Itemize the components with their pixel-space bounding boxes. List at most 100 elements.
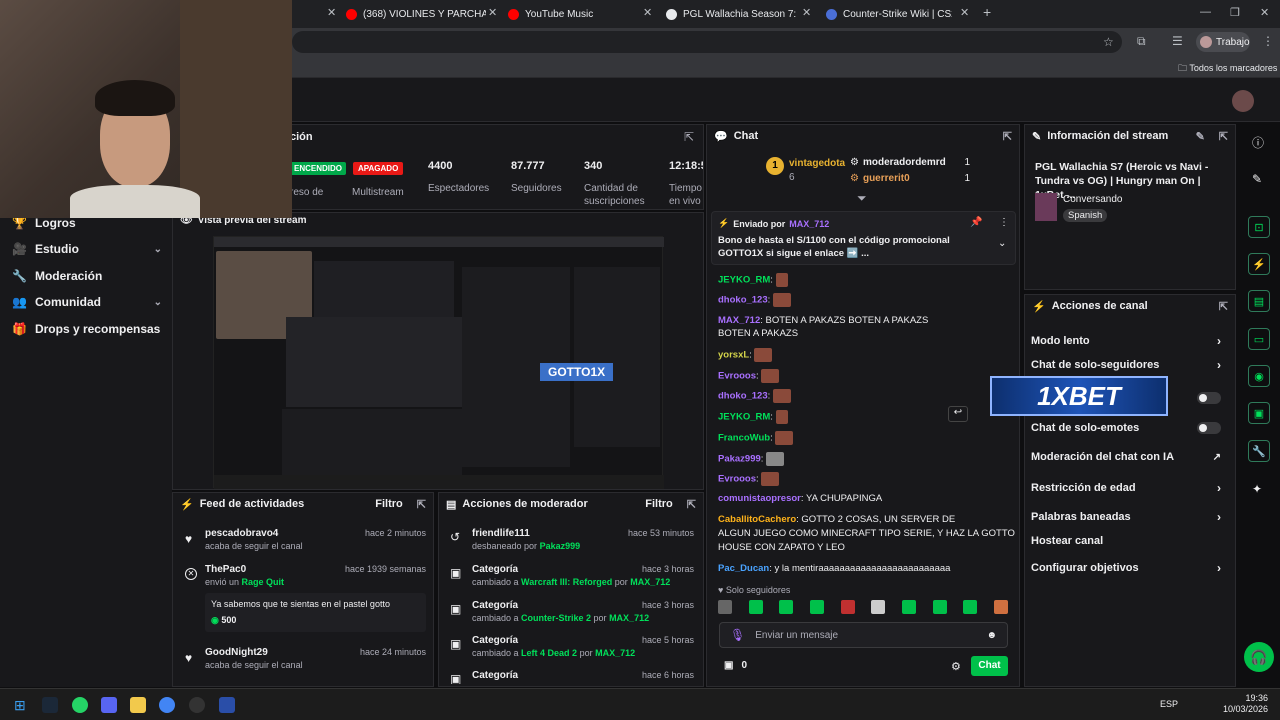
- emote-button[interactable]: [809, 600, 824, 614]
- emote-button[interactable]: [748, 600, 763, 614]
- chat-user[interactable]: MAX_712: [718, 315, 760, 326]
- windows-start-icon[interactable]: ⊞: [14, 697, 26, 714]
- profile-button[interactable]: Trabajo: [1196, 32, 1250, 52]
- emote-button[interactable]: [840, 600, 855, 614]
- channel-points[interactable]: ▣ 0: [724, 660, 747, 671]
- emote-button[interactable]: [901, 600, 916, 614]
- quick-action-clip[interactable]: ⊡: [1248, 216, 1270, 238]
- close-window-icon[interactable]: ✕: [1260, 6, 1269, 19]
- maximize-window-icon[interactable]: ❐: [1230, 6, 1240, 19]
- mod-item-by[interactable]: Pakaz999: [540, 541, 581, 551]
- mic-icon[interactable]: 🎙: [730, 628, 745, 642]
- off-badge[interactable]: APAGADO: [353, 162, 404, 175]
- popout-icon[interactable]: ⇱: [1219, 300, 1228, 313]
- edit-icon[interactable]: ✎: [1196, 130, 1205, 143]
- chrome-icon[interactable]: [159, 697, 175, 713]
- popout-icon[interactable]: ⇱: [684, 130, 694, 144]
- close-tab-icon[interactable]: ✕: [643, 6, 652, 19]
- chat-user[interactable]: comunistaopresor: [718, 493, 801, 504]
- mod-item-value[interactable]: Counter-Strike 2: [521, 613, 591, 623]
- emote-button[interactable]: [963, 600, 978, 614]
- mod-item-by[interactable]: MAX_712: [595, 648, 635, 658]
- chat-user[interactable]: JEYKO_RM: [718, 412, 770, 423]
- sidebar-item-comunidad[interactable]: 👥 Comunidad ⌄: [12, 295, 162, 309]
- chat-user[interactable]: JEYKO_RM: [718, 275, 770, 286]
- collapse-icon[interactable]: ⏷: [857, 191, 867, 206]
- sidebar-item-logros[interactable]: 🏆 Logros: [12, 216, 162, 230]
- sidebar-item-drops[interactable]: 🎁 Drops y recompensas: [12, 322, 162, 336]
- browser-tab-1[interactable]: (368) VIOLINES Y PARCHADAS 🔥 (: [346, 4, 486, 24]
- discord-icon[interactable]: [101, 697, 117, 713]
- emote-button[interactable]: [779, 600, 794, 614]
- browser-tab-2[interactable]: YouTube Music: [508, 4, 628, 24]
- browser-tab-3[interactable]: PGL Wallachia Season 7: Group: [666, 4, 796, 24]
- chat-user[interactable]: Pakaz999: [718, 454, 761, 465]
- quick-action-mod[interactable]: 🔧: [1248, 440, 1270, 462]
- mod-filter-button[interactable]: Filtro: [645, 498, 673, 510]
- all-bookmarks[interactable]: 🗀 Todos los marcadores: [1178, 61, 1277, 77]
- browser-tab-4[interactable]: Counter-Strike Wiki | CS2 | Liqu: [826, 4, 952, 24]
- chat-settings-icon[interactable]: ⚙: [951, 660, 961, 673]
- emote-button[interactable]: [871, 600, 886, 614]
- add-action-icon[interactable]: ✦: [1252, 482, 1262, 496]
- quick-action-notes[interactable]: ▤: [1248, 290, 1270, 312]
- popout-icon[interactable]: ⇱: [1219, 130, 1228, 143]
- action-goals[interactable]: Configurar objetivos ›: [1031, 561, 1221, 575]
- bookmark-star-icon[interactable]: ☆: [1103, 35, 1114, 49]
- chat-user[interactable]: CaballitoCachero: [718, 514, 796, 525]
- address-bar[interactable]: [292, 31, 1122, 53]
- user-avatar[interactable]: [1232, 90, 1254, 112]
- feed-filter-button[interactable]: Filtro: [375, 498, 403, 510]
- action-banned-words[interactable]: Palabras baneadas ›: [1031, 510, 1221, 524]
- chat-user[interactable]: Pac_Ducan: [718, 563, 769, 574]
- leader-name[interactable]: guerrerit0: [863, 173, 910, 184]
- minimize-window-icon[interactable]: —: [1200, 6, 1211, 18]
- extensions-icon[interactable]: ⧉: [1137, 34, 1146, 49]
- emoji-picker-icon[interactable]: ☻: [986, 630, 997, 641]
- mod-item-by[interactable]: MAX_712: [609, 613, 649, 623]
- action-emote-only[interactable]: Chat de solo-emotes: [1031, 422, 1221, 434]
- action-age-restriction[interactable]: Restricción de edad ›: [1031, 481, 1221, 495]
- popout-icon[interactable]: ⇱: [1003, 130, 1012, 143]
- reading-list-icon[interactable]: ☰: [1172, 34, 1183, 48]
- pinned-by-name[interactable]: MAX_712: [789, 219, 829, 229]
- chat-send-button[interactable]: Chat: [971, 656, 1008, 676]
- reply-icon[interactable]: ↩: [948, 406, 968, 422]
- chat-user[interactable]: dhoko_123: [718, 295, 768, 306]
- info-icon[interactable]: ⓘ: [1252, 134, 1264, 151]
- close-tab-icon[interactable]: ✕: [488, 6, 497, 19]
- toggle-switch[interactable]: [1197, 392, 1221, 404]
- app-icon[interactable]: [219, 697, 235, 713]
- chat-user[interactable]: yorsxL: [718, 350, 749, 361]
- close-tab-icon[interactable]: ✕: [960, 6, 969, 19]
- emote-button[interactable]: [993, 600, 1008, 614]
- support-button[interactable]: 🎧: [1244, 642, 1274, 672]
- new-tab-button[interactable]: +: [983, 4, 991, 20]
- action-slow-mode[interactable]: Modo lento ›: [1031, 334, 1221, 348]
- quick-action-raid[interactable]: ⚡: [1248, 253, 1270, 275]
- stream-preview-video[interactable]: GOTTO1X: [213, 236, 664, 489]
- whatsapp-icon[interactable]: [72, 697, 88, 713]
- edit-icon[interactable]: ✎: [1252, 172, 1262, 186]
- action-followers-only[interactable]: Chat de solo-seguidores ›: [1031, 358, 1221, 372]
- sidebar-item-moderacion[interactable]: 🔧 Moderación: [12, 269, 162, 283]
- chat-user[interactable]: dhoko_123: [718, 391, 768, 402]
- emote-button[interactable]: [718, 600, 732, 614]
- more-icon[interactable]: ⋮: [999, 217, 1009, 228]
- language-tag[interactable]: Spanish: [1063, 209, 1108, 222]
- leader-name[interactable]: moderadordemrd: [863, 157, 946, 168]
- close-tab-icon[interactable]: ✕: [327, 6, 336, 19]
- chat-user[interactable]: Evrooos: [718, 474, 756, 485]
- close-tab-icon[interactable]: ✕: [802, 6, 811, 19]
- action-ai-moderation[interactable]: Moderación del chat con IA ↗: [1031, 451, 1221, 463]
- leader-name[interactable]: vintagedota: [789, 158, 845, 169]
- chat-input[interactable]: 🎙 Enviar un mensaje ☻: [719, 622, 1008, 648]
- popout-icon[interactable]: ⇱: [687, 498, 696, 511]
- mod-item-by[interactable]: MAX_712: [630, 577, 670, 587]
- sidebar-item-estudio[interactable]: 🎥 Estudio ⌄: [12, 242, 162, 256]
- language-indicator[interactable]: ESP: [1160, 699, 1178, 709]
- mod-item-value[interactable]: Left 4 Dead 2: [521, 648, 577, 658]
- feed-sub-link[interactable]: Rage Quit: [242, 577, 285, 587]
- toggle-switch[interactable]: [1197, 422, 1221, 434]
- menu-dots-icon[interactable]: ⋮: [1262, 34, 1274, 48]
